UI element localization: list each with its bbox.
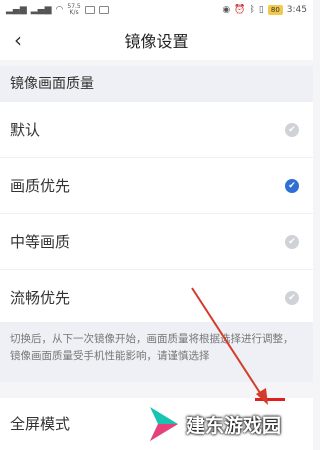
status-bar-right: ◉ ⏰ ᛒ ▯ 80 3:45 bbox=[222, 5, 307, 15]
signal-icon-2: ▂▄▆ bbox=[30, 5, 52, 15]
quality-options-list: 默认 ✔ 画质优先 ✔ 中等画质 ✔ 流畅优先 ✔ bbox=[0, 102, 313, 326]
quality-note: 切换后，从下一次镜像开始，画面质量将根据选择进行调整，镜像画面质量受手机性能影响… bbox=[0, 322, 313, 382]
option-smooth-first[interactable]: 流畅优先 ✔ bbox=[0, 270, 313, 326]
option-label: 默认 bbox=[10, 121, 41, 139]
red-annotation-mark bbox=[255, 398, 285, 401]
option-quality-first[interactable]: 画质优先 ✔ bbox=[0, 158, 313, 214]
page-title: 镜像设置 bbox=[124, 32, 189, 51]
watermark: 建东游戏园 bbox=[148, 404, 281, 444]
network-speed-unit: K/s bbox=[69, 9, 79, 16]
watermark-logo-icon bbox=[150, 407, 178, 441]
eye-icon: ◉ bbox=[222, 5, 231, 15]
option-label: 流畅优先 bbox=[10, 289, 71, 307]
notification-icon bbox=[84, 6, 95, 14]
option-default[interactable]: 默认 ✔ bbox=[0, 102, 313, 158]
network-speed: 57.5 K/s bbox=[67, 4, 80, 16]
battery-indicator: 80 bbox=[267, 5, 283, 15]
app-header: ‹ 镜像设置 bbox=[0, 20, 313, 60]
wifi-icon: ◠ bbox=[55, 5, 64, 15]
clock: 3:45 bbox=[286, 5, 307, 15]
back-arrow-icon[interactable]: ‹ bbox=[14, 28, 34, 52]
quality-section-header: 镜像画面质量 bbox=[0, 66, 313, 102]
check-icon: ✔ bbox=[285, 122, 299, 137]
notification-icon-2 bbox=[98, 6, 109, 14]
fullscreen-mode-label: 全屏模式 bbox=[10, 415, 71, 433]
signal-icon: ▂▄▆ bbox=[6, 5, 27, 15]
check-icon: ✔ bbox=[285, 290, 299, 305]
check-selected-icon: ✔ bbox=[285, 178, 299, 193]
check-icon: ✔ bbox=[285, 234, 299, 249]
option-medium-quality[interactable]: 中等画质 ✔ bbox=[0, 214, 313, 270]
option-label: 画质优先 bbox=[10, 177, 71, 195]
option-label: 中等画质 bbox=[10, 233, 71, 251]
vibrate-icon: ▯ bbox=[258, 5, 264, 15]
alarm-icon: ⏰ bbox=[234, 5, 246, 15]
status-bar-left: ▂▄▆ ▂▄▆ ◠ 57.5 K/s bbox=[6, 4, 109, 16]
watermark-text: 建东游戏园 bbox=[186, 414, 282, 437]
status-bar: ▂▄▆ ▂▄▆ ◠ 57.5 K/s ◉ ⏰ ᛒ ▯ 80 3:45 bbox=[0, 0, 313, 20]
bluetooth-icon: ᛒ bbox=[249, 5, 255, 15]
